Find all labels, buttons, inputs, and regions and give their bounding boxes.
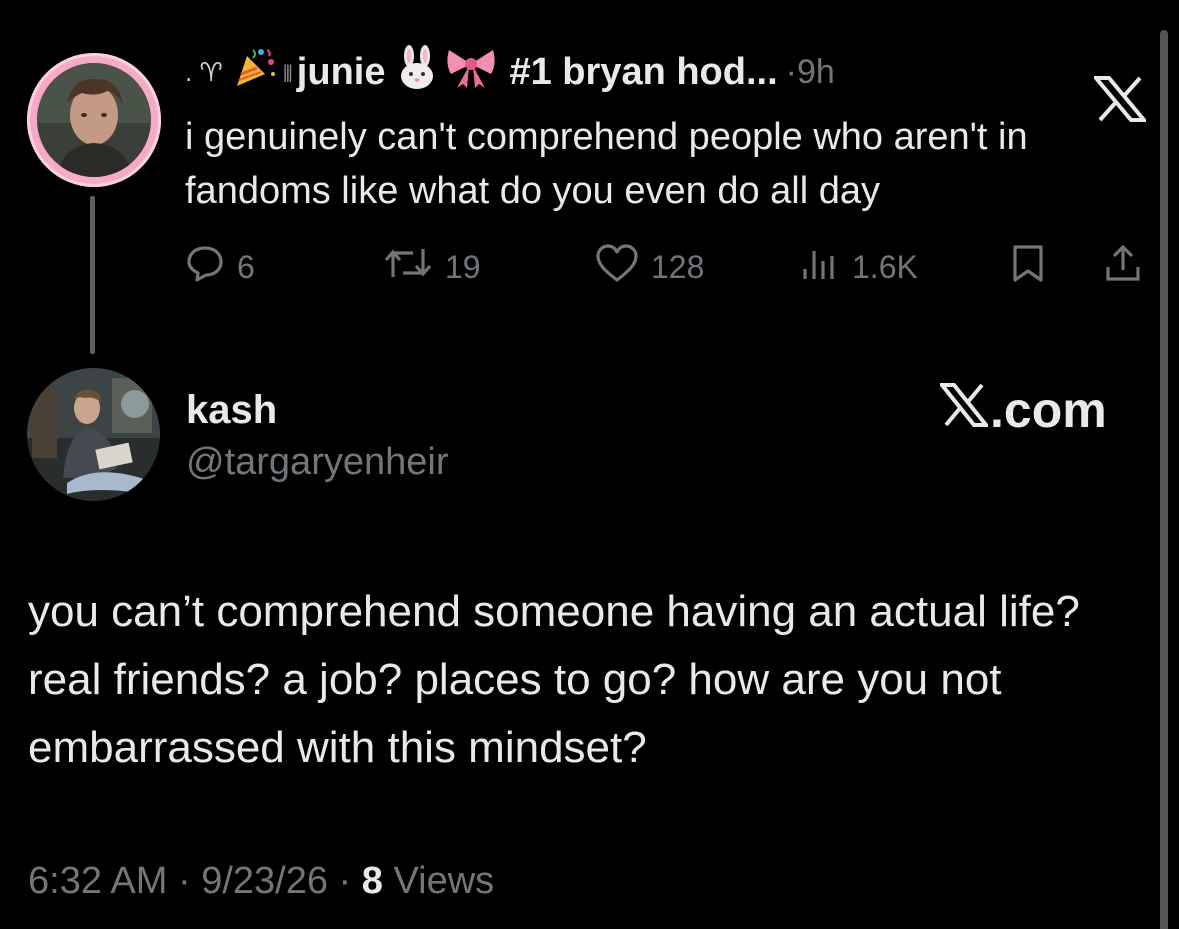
meta-separator: · bbox=[167, 860, 202, 902]
display-name[interactable]: kash bbox=[186, 388, 277, 433]
x-com-watermark: .com bbox=[937, 381, 1107, 439]
name-bars: ||| bbox=[282, 61, 293, 82]
scrollbar[interactable] bbox=[1160, 30, 1168, 929]
share-button[interactable] bbox=[1103, 240, 1155, 294]
reply-count: 6 bbox=[237, 248, 255, 285]
repost-icon bbox=[383, 243, 445, 291]
bookmark-icon bbox=[1010, 243, 1058, 291]
time-separator: · bbox=[785, 52, 797, 91]
views-icon bbox=[800, 243, 852, 291]
rabbit-icon bbox=[395, 44, 439, 100]
like-count: 128 bbox=[651, 248, 705, 285]
share-icon bbox=[1103, 243, 1155, 291]
tweet-time[interactable]: 9h bbox=[797, 53, 835, 92]
meta-separator: · bbox=[328, 860, 362, 902]
tweet-time[interactable]: 6:32 AM bbox=[28, 860, 167, 902]
parent-tweet-header: . ♈ ||| junie #1 bryan hod... · 9h bbox=[185, 44, 835, 100]
name-prefix-symbols: . ♈ bbox=[185, 56, 223, 87]
tweet-text: you can’t comprehend someone having an a… bbox=[28, 587, 1080, 772]
x-com-domain: .com bbox=[990, 382, 1107, 438]
reply-icon bbox=[185, 243, 237, 291]
like-icon bbox=[595, 243, 651, 291]
like-button[interactable]: 128 bbox=[595, 240, 704, 294]
views-count: 1.6K bbox=[852, 248, 918, 285]
tweet-action-bar: 6 19 128 1.6K bbox=[185, 240, 1145, 294]
user-handle[interactable]: @targaryenheir bbox=[186, 441, 448, 484]
views-count[interactable]: 8 bbox=[362, 860, 383, 902]
parent-tweet-text: i genuinely can't comprehend people who … bbox=[185, 116, 1028, 212]
reply-button[interactable]: 6 bbox=[185, 240, 255, 294]
tweet-date[interactable]: 9/23/26 bbox=[201, 860, 328, 902]
display-name[interactable]: junie bbox=[297, 51, 386, 94]
avatar[interactable] bbox=[37, 63, 151, 177]
ribbon-bow-icon bbox=[445, 44, 497, 100]
party-popper-icon bbox=[231, 44, 277, 100]
tweet-meta: 6:32 AM · 9/23/26 · 8 Views bbox=[28, 860, 494, 903]
x-logo-icon bbox=[937, 381, 991, 439]
bookmark-button[interactable] bbox=[1010, 240, 1058, 294]
views-button[interactable]: 1.6K bbox=[800, 240, 918, 294]
repost-button[interactable]: 19 bbox=[383, 240, 481, 294]
display-name-suffix[interactable]: #1 bryan hod... bbox=[509, 51, 777, 94]
thread-line bbox=[90, 196, 95, 354]
repost-count: 19 bbox=[445, 248, 481, 285]
views-label: Views bbox=[382, 860, 495, 902]
avatar[interactable] bbox=[27, 368, 160, 501]
